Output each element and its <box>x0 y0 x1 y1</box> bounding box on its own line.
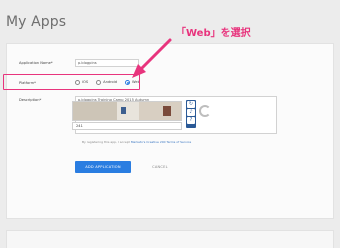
annotation-arrow <box>132 38 172 78</box>
